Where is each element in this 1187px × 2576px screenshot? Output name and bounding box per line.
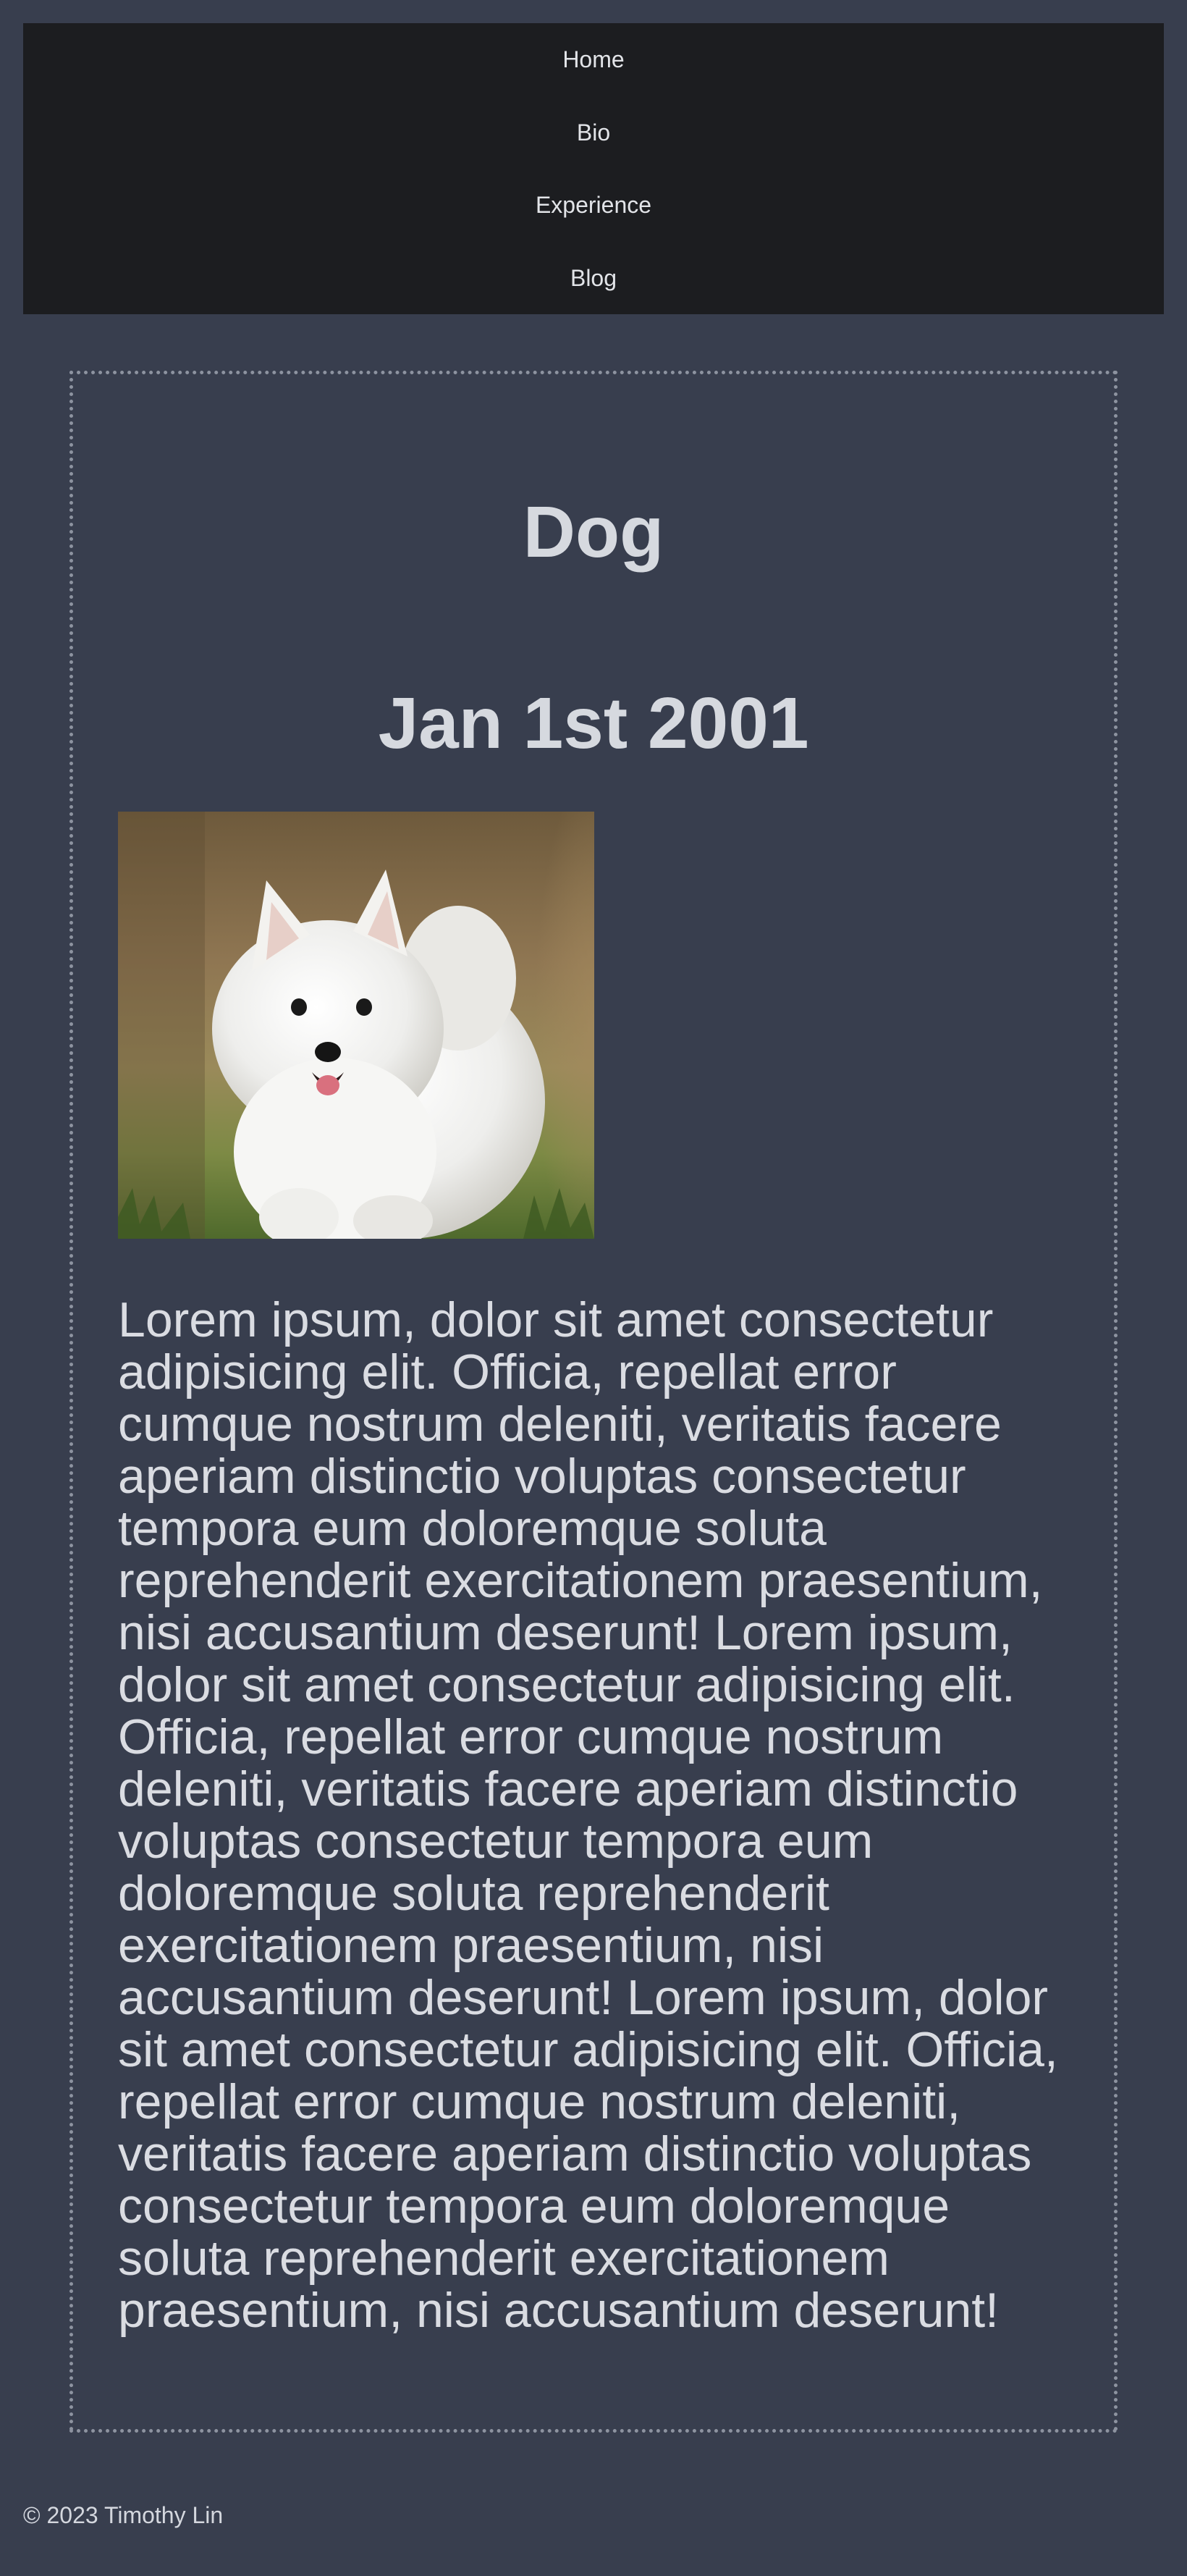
nav-link-blog[interactable]: Blog <box>23 242 1164 315</box>
blog-post-card: Dog Jan 1st 2001 Lorem ipsum, dolor sit … <box>69 371 1118 2433</box>
nav-link-bio[interactable]: Bio <box>23 96 1164 169</box>
post-body: Lorem ipsum, dolor sit amet consectetur … <box>118 1292 1058 2338</box>
post-image <box>118 812 594 1239</box>
nav-link-home[interactable]: Home <box>23 23 1164 96</box>
post-date: Jan 1st 2001 <box>378 683 809 764</box>
main-nav: Home Bio Experience Blog <box>23 23 1164 314</box>
post-title: Dog <box>523 492 664 573</box>
nav-link-experience[interactable]: Experience <box>23 169 1164 242</box>
footer-copyright: © 2023 Timothy Lin <box>23 2502 224 2528</box>
dog-photo-illustration <box>118 812 594 1239</box>
